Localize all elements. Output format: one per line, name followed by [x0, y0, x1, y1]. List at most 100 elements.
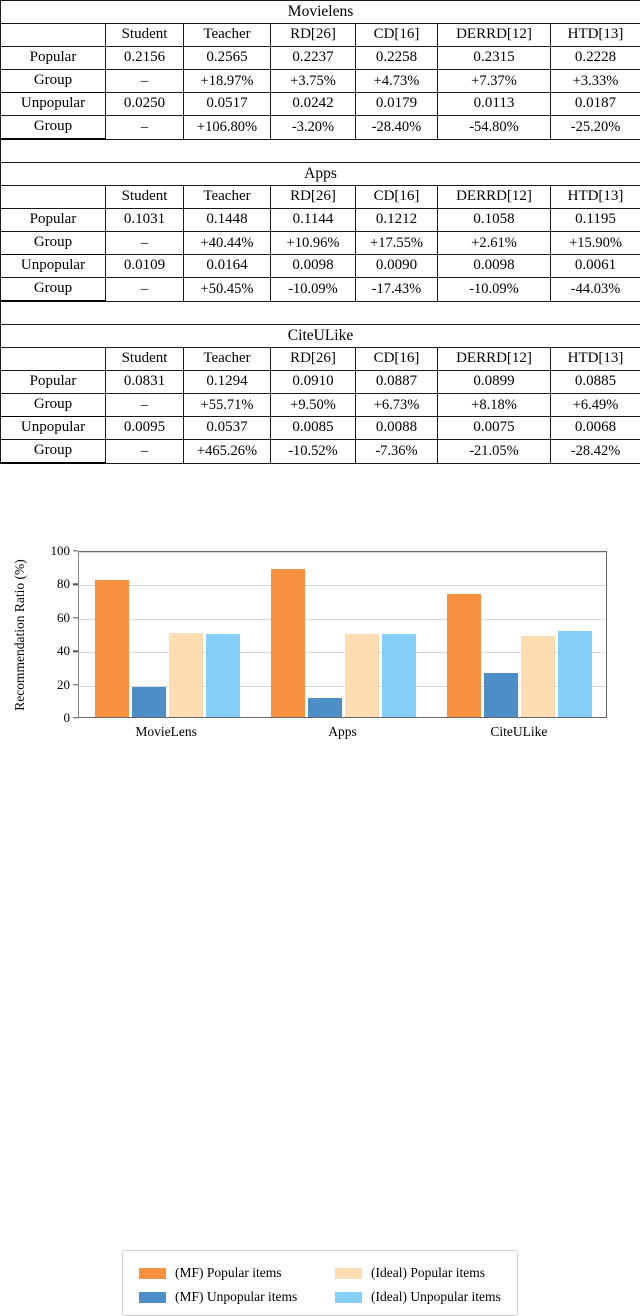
chart-y-tick-label: 0 [44, 710, 70, 726]
chart-y-tick-label: 100 [44, 543, 70, 559]
metric-value: 0.2228 [551, 47, 640, 70]
column-header-blank [1, 24, 106, 47]
metric-delta: +18.97% [184, 70, 271, 93]
metric-delta: +6.49% [551, 394, 640, 417]
column-header-cd16: CD[16] [356, 348, 438, 371]
row-label-unpopular: Unpopular [1, 93, 106, 116]
table-row: Unpopular0.01090.01640.00980.00900.00980… [1, 255, 640, 278]
metric-value: 0.1058 [438, 209, 551, 232]
table-section-gap [1, 139, 640, 163]
metric-delta: – [106, 440, 184, 464]
dataset-title: Apps [1, 163, 640, 186]
table-row: Unpopular0.02500.05170.02420.01790.01130… [1, 93, 640, 116]
chart-y-axis-label: Recommendation Ratio (%) [12, 555, 28, 715]
table-row: Unpopular0.00950.05370.00850.00880.00750… [1, 417, 640, 440]
metric-delta: +55.71% [184, 394, 271, 417]
table-row: Group–+18.97%+3.75%+4.73%+7.37%+3.33% [1, 70, 640, 93]
legend-label: (Ideal) Popular items [371, 1265, 485, 1281]
metric-delta: – [106, 232, 184, 255]
metric-delta: -10.09% [271, 278, 356, 302]
metric-delta: -28.40% [356, 116, 438, 140]
table-row: Popular0.21560.25650.22370.22580.23150.2… [1, 47, 640, 70]
row-label-unpopular-group: Group [1, 278, 106, 302]
metric-value: 0.1144 [271, 209, 356, 232]
metric-value: 0.0095 [106, 417, 184, 440]
metric-value: 0.0885 [551, 371, 640, 394]
column-header-htd13: HTD[13] [551, 24, 640, 47]
metric-delta: +3.75% [271, 70, 356, 93]
metric-delta: -28.42% [551, 440, 640, 464]
chart-bar [308, 698, 342, 717]
metric-value: 0.1212 [356, 209, 438, 232]
chart-bar [558, 631, 592, 717]
metric-delta: +9.50% [271, 394, 356, 417]
column-header-cd16: CD[16] [356, 186, 438, 209]
metric-delta: +6.73% [356, 394, 438, 417]
metric-value: 0.0061 [551, 255, 640, 278]
chart-x-tick-label: CiteULike [490, 724, 547, 740]
column-header-student: Student [106, 24, 184, 47]
metric-value: 0.2315 [438, 47, 551, 70]
metric-value: 0.2237 [271, 47, 356, 70]
metric-value: 0.0910 [271, 371, 356, 394]
metric-value: 0.0164 [184, 255, 271, 278]
chart-y-tick-label: 60 [44, 610, 70, 626]
metric-value: 0.0075 [438, 417, 551, 440]
metric-value: 0.0068 [551, 417, 640, 440]
chart-y-tick-label: 20 [44, 677, 70, 693]
metric-delta: -10.52% [271, 440, 356, 464]
chart-legend: (MF) Popular items(Ideal) Popular items(… [122, 1250, 518, 1316]
column-header-derrd12: DERRD[12] [438, 348, 551, 371]
chart-bar [521, 636, 555, 717]
table-row: Group–+55.71%+9.50%+6.73%+8.18%+6.49% [1, 394, 640, 417]
row-label-popular-group: Group [1, 394, 106, 417]
dataset-title: CiteULike [1, 325, 640, 348]
column-header-cd16: CD[16] [356, 24, 438, 47]
chart-bar [382, 634, 416, 718]
results-table: MovielensStudentTeacherRD[26]CD[16]DERRD… [0, 0, 640, 464]
metric-delta: +4.73% [356, 70, 438, 93]
metric-value: 0.0887 [356, 371, 438, 394]
chart-y-tick-label: 80 [44, 576, 70, 592]
metric-delta: -7.36% [356, 440, 438, 464]
column-header-rd26: RD[26] [271, 348, 356, 371]
metric-delta: -21.05% [438, 440, 551, 464]
chart-x-tick-label: MovieLens [135, 724, 197, 740]
column-header-htd13: HTD[13] [551, 348, 640, 371]
metric-value: 0.0250 [106, 93, 184, 116]
column-header-rd26: RD[26] [271, 186, 356, 209]
table-section-gap [1, 301, 640, 325]
metric-value: 0.1448 [184, 209, 271, 232]
metric-delta: +10.96% [271, 232, 356, 255]
column-header-blank [1, 186, 106, 209]
table-row: Popular0.10310.14480.11440.12120.10580.1… [1, 209, 640, 232]
chart-gridline [79, 619, 606, 620]
metric-delta: +8.18% [438, 394, 551, 417]
chart-gridline [79, 585, 606, 586]
metric-delta: -54.80% [438, 116, 551, 140]
chart-bar [447, 594, 481, 717]
column-header-derrd12: DERRD[12] [438, 24, 551, 47]
chart-bar [169, 633, 203, 717]
legend-swatch [335, 1268, 362, 1279]
metric-delta: -25.20% [551, 116, 640, 140]
legend-item: (MF) Unpopular items [139, 1289, 297, 1305]
metric-delta: -44.03% [551, 278, 640, 302]
column-header-blank [1, 348, 106, 371]
table-header-row: StudentTeacherRD[26]CD[16]DERRD[12]HTD[1… [1, 186, 640, 209]
table-section-title-row: Movielens [1, 1, 640, 24]
metric-value: 0.1195 [551, 209, 640, 232]
table-header-row: StudentTeacherRD[26]CD[16]DERRD[12]HTD[1… [1, 348, 640, 371]
column-header-teacher: Teacher [184, 348, 271, 371]
chart-plot-area [78, 551, 607, 718]
dataset-title: Movielens [1, 1, 640, 24]
metric-value: 0.2565 [184, 47, 271, 70]
metric-delta: +106.80% [184, 116, 271, 140]
chart-bar [484, 673, 518, 717]
metric-delta: +7.37% [438, 70, 551, 93]
table-row: Group–+106.80%-3.20%-28.40%-54.80%-25.20… [1, 116, 640, 140]
legend-label: (Ideal) Unpopular items [371, 1289, 501, 1305]
chart-bar [95, 580, 129, 717]
metric-value: 0.0179 [356, 93, 438, 116]
row-label-popular: Popular [1, 47, 106, 70]
